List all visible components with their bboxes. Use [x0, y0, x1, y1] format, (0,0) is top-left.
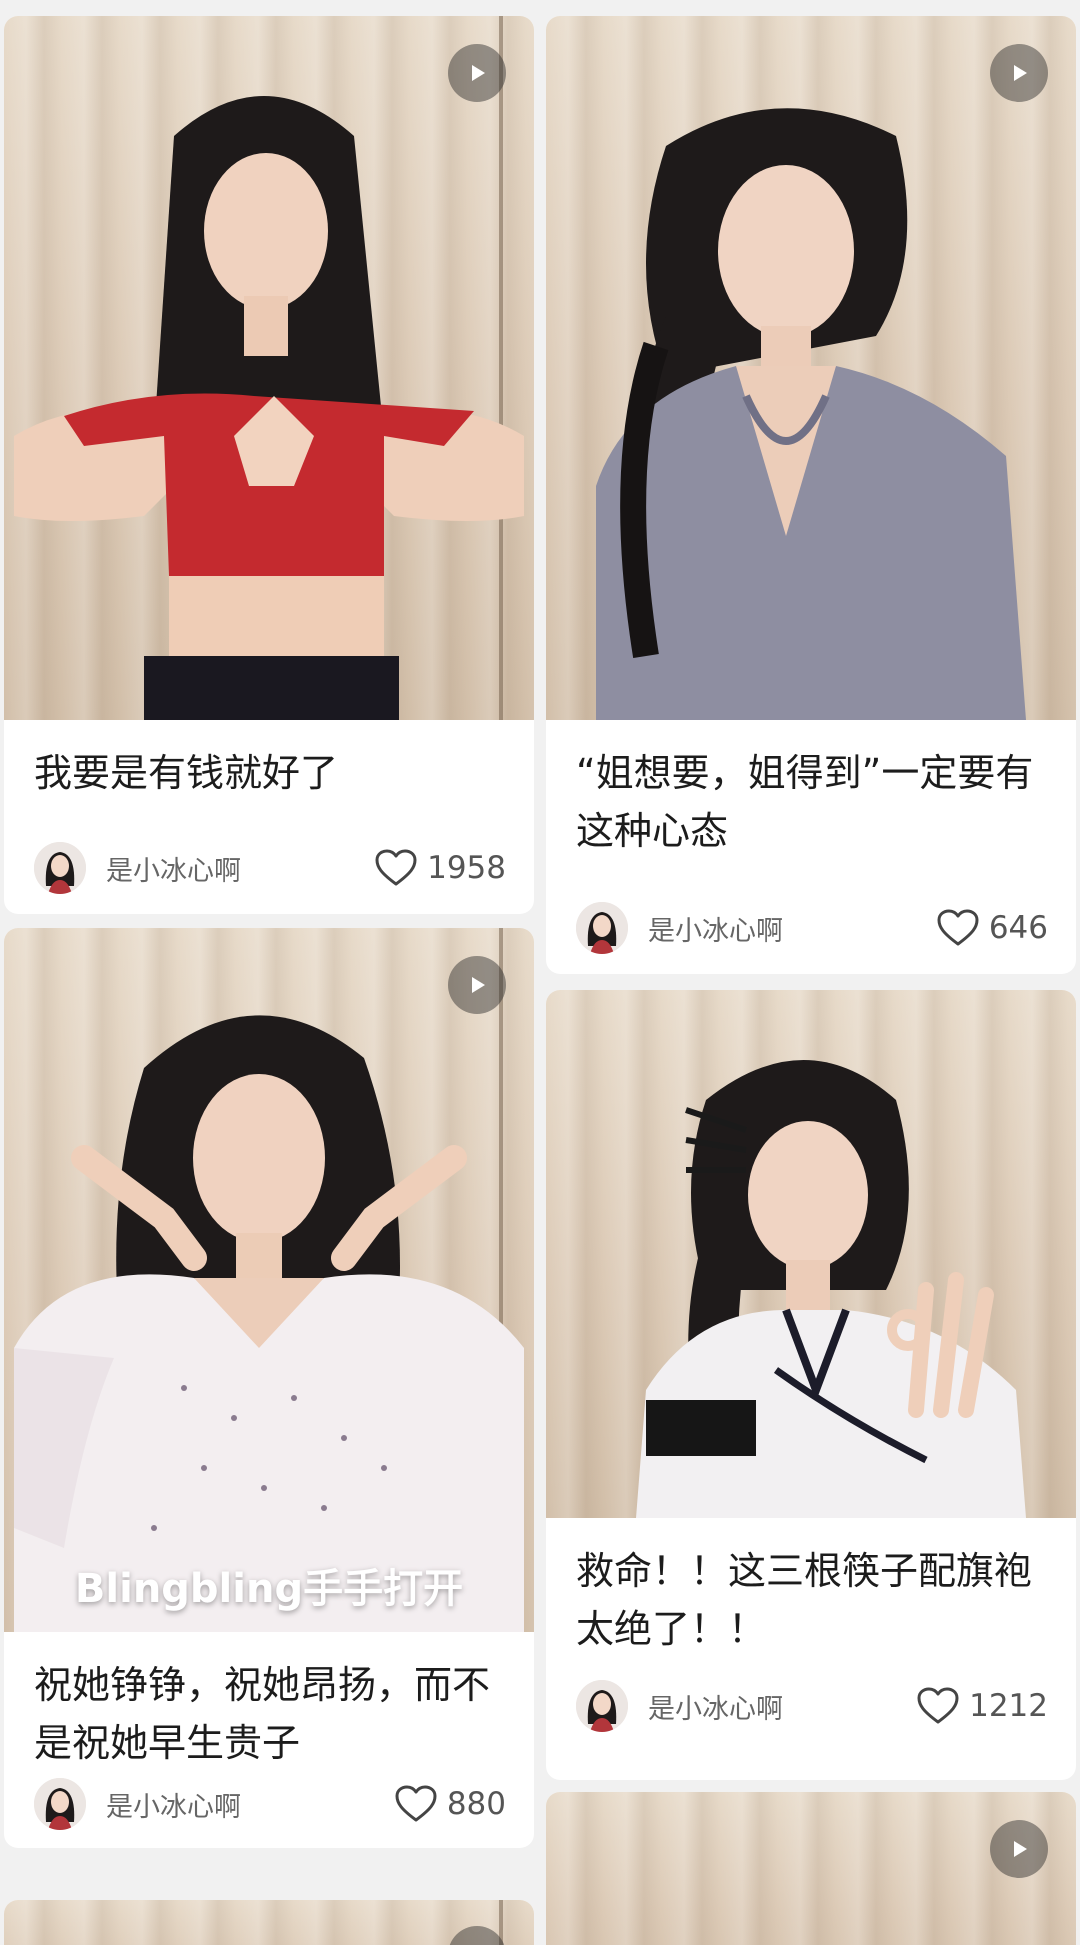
video-cover[interactable]	[4, 16, 534, 720]
note-card[interactable]: 救命！！这三根筷子配旗袍太绝了！！ 是小冰心啊 1212	[546, 990, 1076, 1780]
author-name[interactable]: 是小冰心啊	[106, 849, 375, 888]
author-avatar[interactable]	[34, 1778, 86, 1830]
avatar-image	[576, 902, 628, 954]
cover-photo	[546, 1792, 1076, 1945]
note-meta: 是小冰心啊 1212	[576, 1680, 1048, 1732]
author-avatar[interactable]	[576, 902, 628, 954]
like-button[interactable]: 880	[395, 1785, 506, 1823]
note-title[interactable]: “姐想要，姐得到”一定要有这种心态	[576, 744, 1048, 860]
video-caption-overlay: Blingbling手手打开	[74, 1566, 464, 1612]
avatar-image	[34, 842, 86, 894]
cover-photo	[636, 1060, 1026, 1518]
author-avatar[interactable]	[34, 842, 86, 894]
heart-icon	[375, 849, 417, 886]
cover-photo	[14, 16, 524, 720]
heart-icon	[395, 1785, 437, 1822]
play-button[interactable]	[448, 956, 506, 1014]
like-button[interactable]: 1212	[917, 1687, 1048, 1725]
video-cover[interactable]	[546, 990, 1076, 1518]
video-cover[interactable]	[4, 1900, 534, 1945]
note-title[interactable]: 我要是有钱就好了	[34, 744, 506, 802]
play-icon	[1014, 1841, 1027, 1857]
author-name[interactable]: 是小冰心啊	[648, 1687, 917, 1726]
like-count: 1212	[969, 1688, 1048, 1724]
note-title[interactable]: 祝她铮铮，祝她昂扬，而不是祝她早生贵子	[34, 1656, 506, 1772]
video-cover[interactable]	[546, 16, 1076, 720]
video-cover[interactable]: Blingbling手手打开	[4, 928, 534, 1632]
note-feed: 我要是有钱就好了 是小冰心啊 1958 “姐想要，姐得到”一定要有这种心态 是小…	[0, 0, 1080, 1945]
avatar-image	[34, 1778, 86, 1830]
author-name[interactable]: 是小冰心啊	[648, 909, 937, 948]
note-card[interactable]: “姐想要，姐得到”一定要有这种心态 是小冰心啊 646	[546, 16, 1076, 974]
like-count: 880	[446, 1786, 506, 1822]
play-button[interactable]	[448, 44, 506, 102]
like-count: 646	[988, 910, 1048, 946]
heart-icon	[937, 909, 979, 946]
note-meta: 是小冰心啊 1958	[34, 842, 506, 894]
note-card[interactable]: 我要是有钱就好了 是小冰心啊 1958	[4, 16, 534, 914]
author-avatar[interactable]	[576, 1680, 628, 1732]
play-icon	[1014, 65, 1027, 81]
note-card-partial[interactable]	[4, 1900, 534, 1945]
avatar-image	[576, 1680, 628, 1732]
like-button[interactable]: 646	[937, 909, 1048, 947]
heart-icon	[917, 1687, 959, 1724]
play-button[interactable]	[990, 44, 1048, 102]
like-count: 1958	[427, 850, 506, 886]
play-button[interactable]	[990, 1820, 1048, 1878]
video-cover[interactable]	[546, 1792, 1076, 1945]
like-button[interactable]: 1958	[375, 849, 506, 887]
author-name[interactable]: 是小冰心啊	[106, 1785, 395, 1824]
play-icon	[472, 65, 485, 81]
note-meta: 是小冰心啊 646	[576, 902, 1048, 954]
note-card[interactable]: Blingbling手手打开 祝她铮铮，祝她昂扬，而不是祝她早生贵子 是小冰心啊…	[4, 928, 534, 1848]
cover-photo	[596, 108, 1026, 720]
play-icon	[472, 977, 485, 993]
note-card-partial[interactable]	[546, 1792, 1076, 1945]
cover-photo	[14, 928, 524, 1632]
note-meta: 是小冰心啊 880	[34, 1778, 506, 1830]
note-title[interactable]: 救命！！这三根筷子配旗袍太绝了！！	[576, 1542, 1048, 1658]
